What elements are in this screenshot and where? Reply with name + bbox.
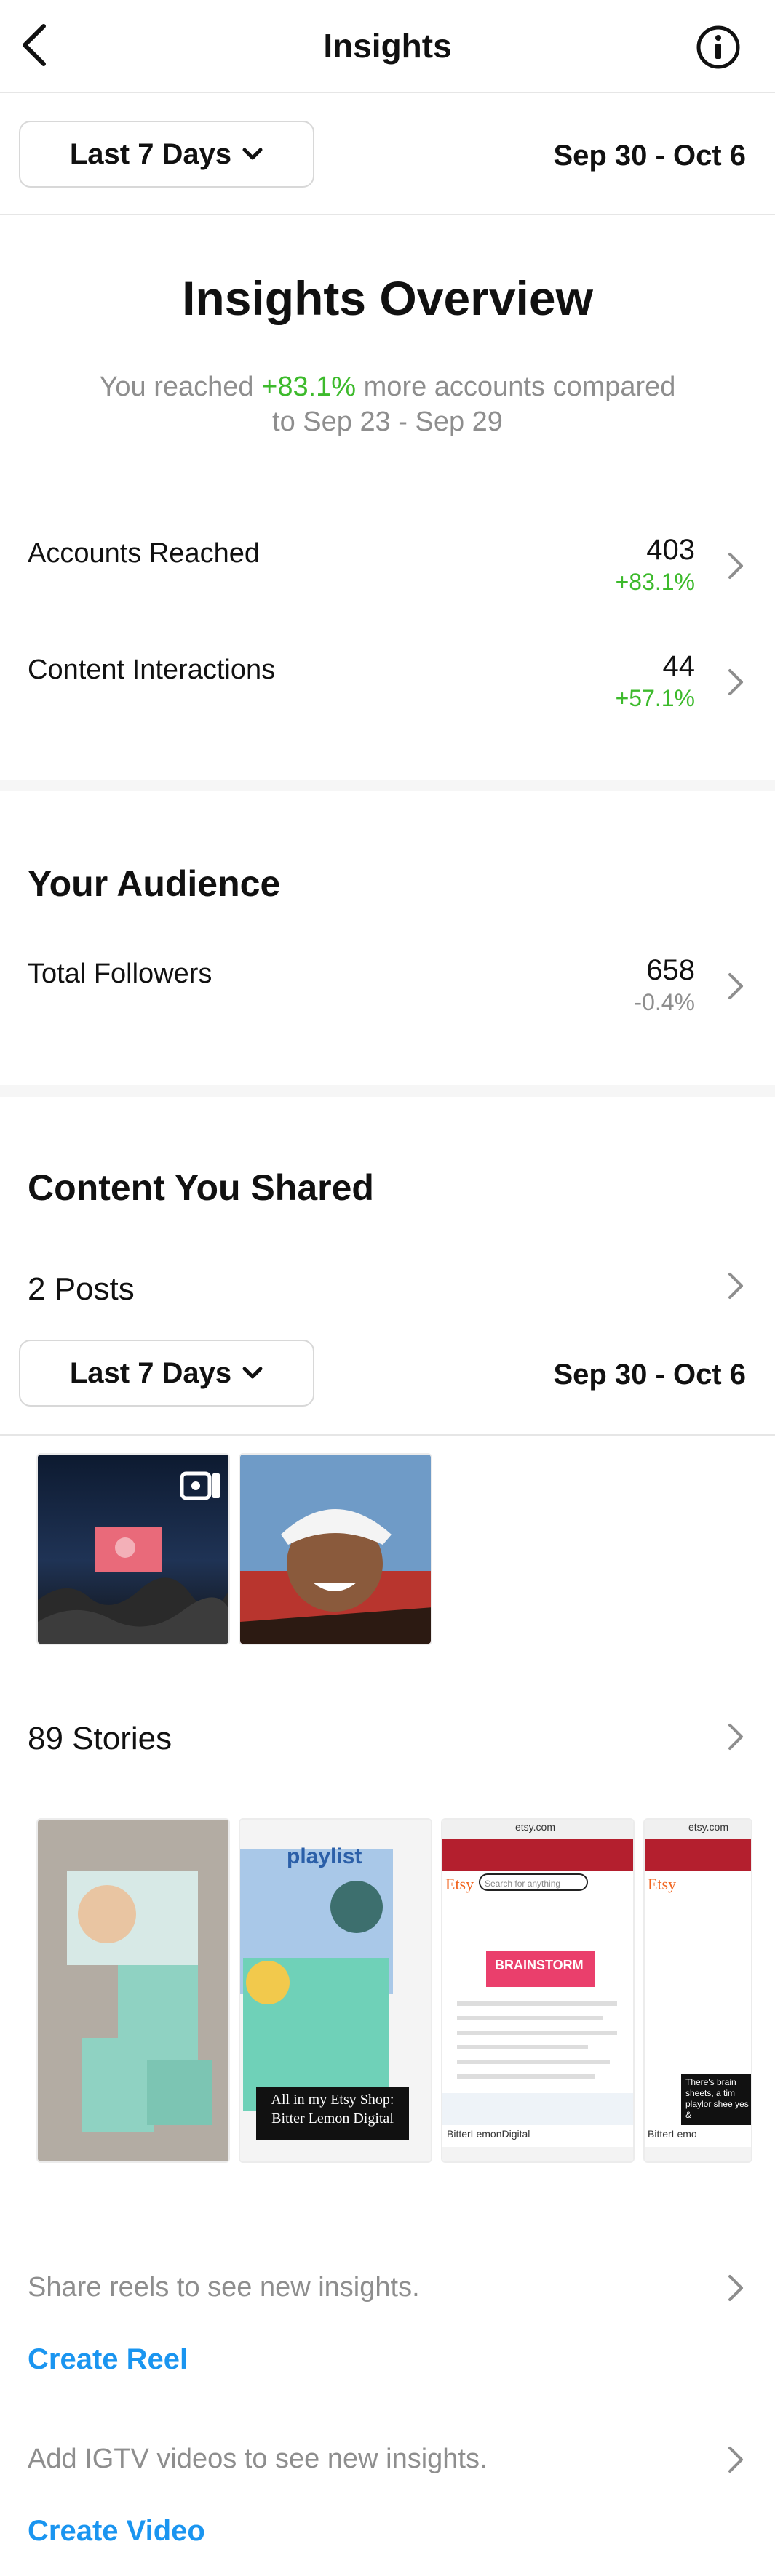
story-shop-name: BitterLemo bbox=[648, 2128, 697, 2140]
metric-change: +57.1% bbox=[615, 685, 695, 711]
create-reel-link[interactable]: Create Reel bbox=[28, 2343, 188, 2376]
metric-change: +83.1% bbox=[615, 569, 695, 595]
chevron-right-icon[interactable] bbox=[726, 1270, 746, 1302]
metric-label: Total Followers bbox=[28, 959, 212, 989]
igtv-hint: Add IGTV videos to see new insights. bbox=[28, 2444, 488, 2474]
summary-prefix: You reached bbox=[99, 372, 254, 402]
divider bbox=[0, 214, 775, 215]
section-separator bbox=[0, 780, 775, 791]
metric-value: 44 bbox=[662, 650, 696, 682]
story-thumbnail-etsy[interactable]: etsy.com Etsy Search for anything BRAINS… bbox=[441, 1818, 635, 2163]
period-dropdown-label: Last 7 Days bbox=[69, 1356, 232, 1389]
story-caption: There's brain sheets, a tim playlor shee… bbox=[685, 2077, 749, 2120]
period-dropdown-label: Last 7 Days bbox=[69, 137, 232, 170]
metric-label: Accounts Reached bbox=[28, 538, 260, 569]
date-range: Sep 30 - Oct 6 bbox=[553, 1359, 746, 1391]
story-caption-line: Bitter Lemon Digital bbox=[271, 2111, 394, 2127]
section-separator bbox=[0, 1085, 775, 1097]
metric-value: 658 bbox=[646, 954, 695, 986]
story-thumbnail-skincare[interactable] bbox=[36, 1818, 230, 2163]
story-search: Search for anything bbox=[479, 1873, 588, 1891]
divider bbox=[0, 1434, 775, 1436]
page-title: Insights bbox=[323, 27, 452, 65]
story-url: etsy.com bbox=[515, 1821, 555, 1833]
content-title: Content You Shared bbox=[28, 1167, 374, 1208]
metric-change: -0.4% bbox=[634, 989, 695, 1015]
date-range: Sep 30 - Oct 6 bbox=[553, 140, 746, 172]
chevron-right-icon[interactable] bbox=[726, 666, 746, 698]
create-video-link[interactable]: Create Video bbox=[28, 2515, 205, 2548]
chevron-right-icon[interactable] bbox=[726, 2272, 746, 2304]
posts-count[interactable]: 2 Posts bbox=[28, 1271, 135, 1308]
info-icon[interactable] bbox=[696, 25, 741, 70]
story-thumbnail-playlist[interactable]: playlist All in my Etsy Shop: Bitter Lem… bbox=[239, 1818, 432, 2163]
post-thumbnail-concert[interactable] bbox=[36, 1453, 230, 1645]
post-thumbnail-selfie[interactable] bbox=[239, 1453, 432, 1645]
audience-title: Your Audience bbox=[28, 863, 281, 904]
story-caption: All in my Etsy Shop: Bitter Lemon Digita… bbox=[258, 2090, 408, 2128]
period-dropdown[interactable]: Last 7 Days bbox=[19, 1340, 314, 1407]
overview-summary: You reached +83.1% more accounts compare… bbox=[44, 369, 731, 439]
period-dropdown[interactable]: Last 7 Days bbox=[19, 121, 314, 188]
summary-suffix: more accounts compared bbox=[363, 372, 676, 402]
story-caption-line: All in my Etsy Shop: bbox=[271, 2092, 394, 2108]
story-thumbnail-etsy-2[interactable]: etsy.com Etsy There's brain sheets, a ti… bbox=[643, 1818, 752, 2163]
etsy-logo: Etsy bbox=[648, 1875, 677, 1893]
stories-count[interactable]: 89 Stories bbox=[28, 1721, 172, 1757]
metric-label: Content Interactions bbox=[28, 655, 276, 685]
chevron-right-icon[interactable] bbox=[726, 1721, 746, 1753]
chevron-right-icon[interactable] bbox=[726, 2444, 746, 2476]
metric-value: 403 bbox=[646, 534, 695, 566]
story-banner: BRAINSTORM bbox=[495, 1958, 584, 1972]
story-heading: playlist bbox=[287, 1844, 362, 1868]
etsy-logo: Etsy bbox=[445, 1875, 474, 1893]
chevron-right-icon[interactable] bbox=[726, 550, 746, 582]
chevron-down-icon bbox=[242, 148, 263, 160]
summary-percent: +83.1% bbox=[261, 372, 357, 402]
story-shop-name: BitterLemonDigital bbox=[447, 2128, 530, 2140]
overview-title: Insights Overview bbox=[182, 271, 593, 325]
chevron-right-icon[interactable] bbox=[726, 970, 746, 1002]
chevron-down-icon bbox=[242, 1367, 263, 1379]
video-icon bbox=[180, 1471, 223, 1505]
story-url: etsy.com bbox=[688, 1821, 728, 1833]
summary-comparison-range: to Sep 23 - Sep 29 bbox=[272, 407, 503, 437]
reels-hint: Share reels to see new insights. bbox=[28, 2272, 420, 2303]
